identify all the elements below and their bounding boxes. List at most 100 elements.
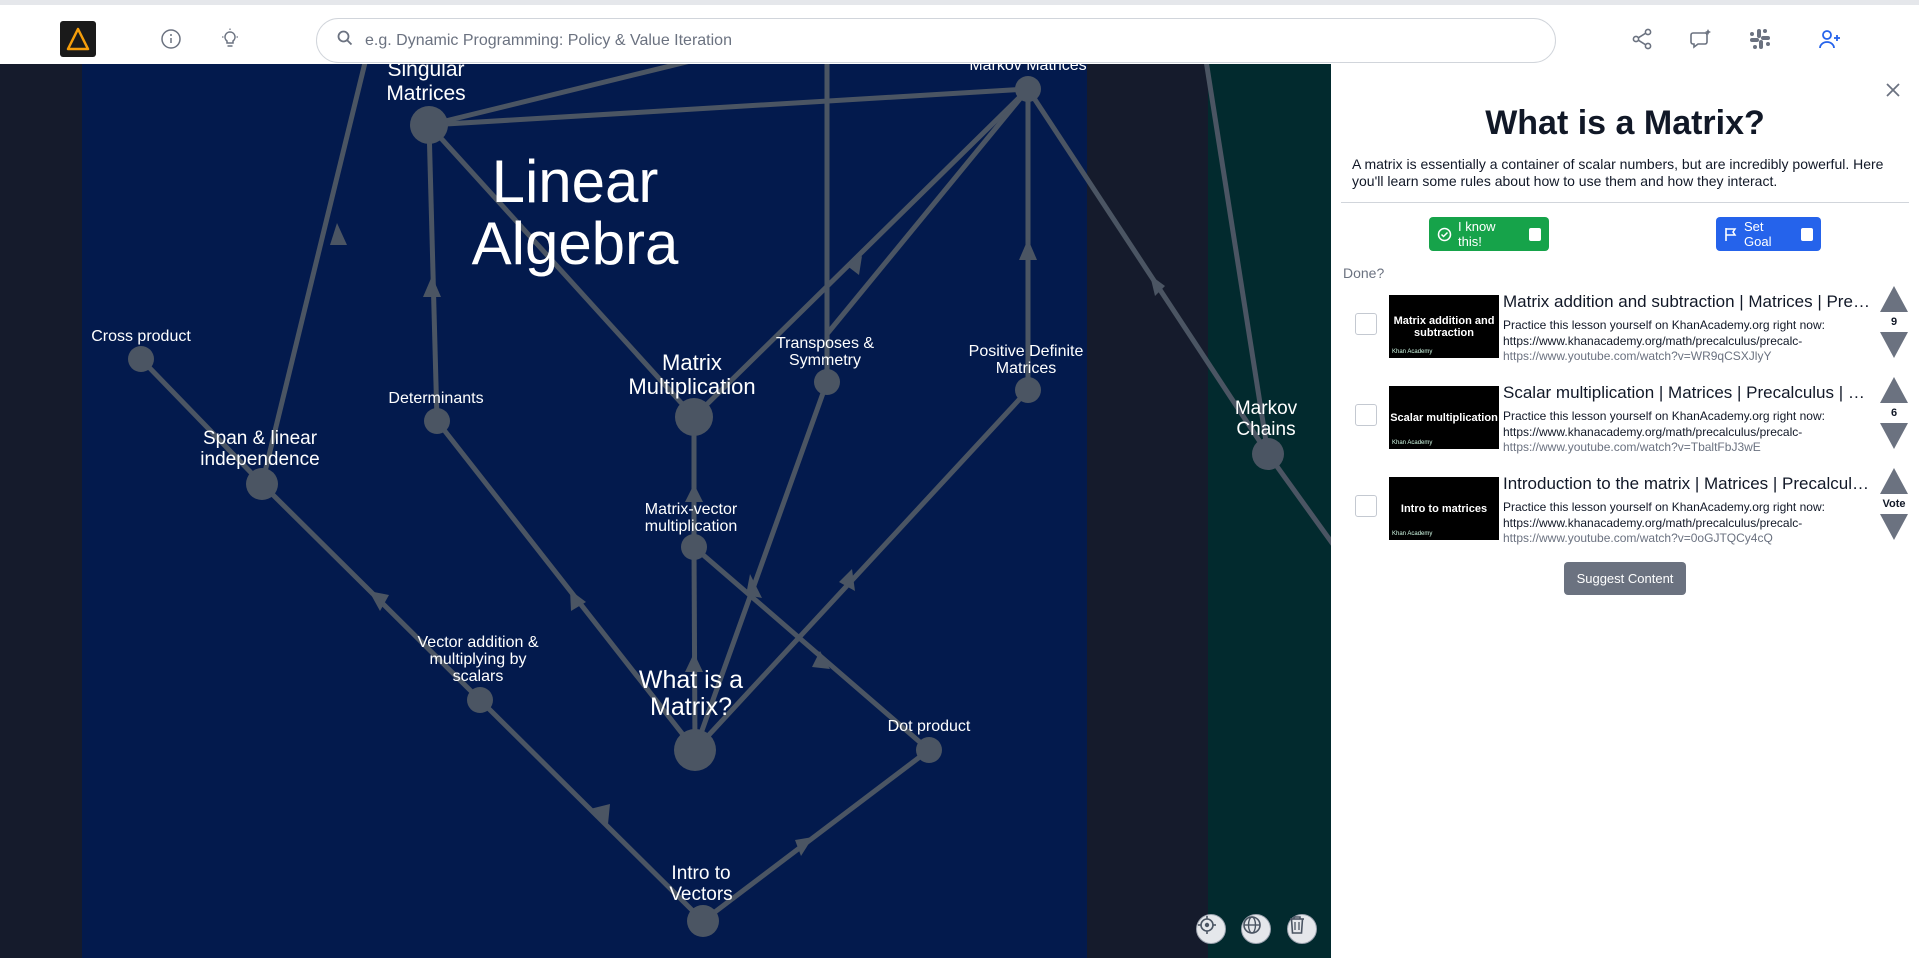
resource-done-checkbox[interactable] (1355, 404, 1377, 426)
node-label-matrix-vector-1: Matrix-vector (645, 501, 738, 518)
i-know-this-button[interactable]: I know this! (1429, 217, 1549, 251)
resource-thumbnail[interactable]: Intro to matrices Khan Academy (1389, 477, 1499, 540)
vote-count: 9 (1890, 316, 1898, 328)
resource-description: Practice this lesson yourself on KhanAca… (1503, 409, 1825, 439)
node-label-intro-vectors-2: Vectors (669, 884, 732, 905)
upvote-arrow-icon[interactable] (1880, 468, 1908, 494)
region-title-line-2: Algebra (472, 210, 679, 277)
node-label-what-is-matrix-1: What is a (639, 666, 743, 694)
done-label: Done? (1343, 265, 1385, 281)
i-know-this-checkbox[interactable] (1528, 227, 1541, 241)
node-label-what-is-matrix-2: Matrix? (650, 693, 732, 721)
downvote-arrow-icon[interactable] (1880, 423, 1908, 449)
node-label-markov-matrices: Markov Matrices (969, 64, 1086, 74)
vote-count: 6 (1890, 407, 1898, 419)
node-label-positive-definite-2: Matrices (996, 360, 1056, 377)
resource-item: Matrix addition and subtraction Khan Aca… (1331, 292, 1919, 375)
node-matrix-multiplication (675, 398, 713, 436)
node-intro-to-vectors (687, 905, 719, 937)
node-label-matrix-mult-1: Matrix (662, 350, 722, 375)
resource-title[interactable]: Scalar multiplication | Matrices | Preca… (1503, 383, 1873, 403)
node-singular-matrices (410, 106, 448, 144)
info-icon[interactable] (159, 27, 183, 51)
resource-url[interactable]: https://www.youtube.com/watch?v=TbaltFbJ… (1503, 440, 1873, 454)
vote-control: 9 (1876, 286, 1912, 358)
node-vector-addition (467, 687, 493, 713)
node-positive-definite (1015, 377, 1041, 403)
flag-icon (1724, 227, 1738, 242)
resource-item: Intro to matrices Khan Academy Introduct… (1331, 474, 1919, 557)
set-goal-button[interactable]: Set Goal (1716, 217, 1821, 251)
node-span (246, 468, 278, 500)
node-label-positive-definite-1: Positive Definite (969, 343, 1084, 360)
resource-title[interactable]: Introduction to the matrix | Matrices | … (1503, 474, 1873, 494)
downvote-arrow-icon[interactable] (1880, 514, 1908, 540)
concept-panel: What is a Matrix? A matrix is essentiall… (1331, 64, 1919, 958)
logo-delta-icon[interactable] (60, 21, 96, 57)
resource-done-checkbox[interactable] (1355, 495, 1377, 517)
node-label-intro-vectors-1: Intro to (671, 863, 730, 884)
vote-control: 6 (1876, 377, 1912, 449)
node-label-markov-chains-2: Chains (1236, 419, 1295, 440)
node-label-singular-2: Matrices (386, 82, 465, 105)
search-bar (316, 18, 1556, 63)
thumbnail-title: Matrix addition and subtraction (1393, 314, 1495, 339)
node-label-vector-addition-2: multiplying by (430, 651, 527, 668)
node-cross-product (128, 346, 154, 372)
node-label-determinants: Determinants (388, 390, 483, 407)
vote-control: Vote (1876, 468, 1912, 540)
concept-title: What is a Matrix? (1485, 104, 1765, 142)
thumbnail-brand: Khan Academy (1392, 531, 1433, 537)
node-dot-product (916, 737, 942, 763)
node-label-transposes-2: Symmetry (789, 352, 861, 369)
node-label-vector-addition-3: scalars (453, 668, 504, 685)
divider (1341, 202, 1909, 203)
node-determinants (424, 408, 450, 434)
node-markov-chains (1252, 438, 1284, 470)
locate-icon[interactable] (1196, 914, 1226, 944)
slack-icon[interactable] (1748, 27, 1772, 51)
node-label-markov-chains-1: Markov (1235, 398, 1298, 419)
resource-title[interactable]: Matrix addition and subtraction | Matric… (1503, 292, 1873, 312)
set-goal-label: Set Goal (1744, 219, 1772, 249)
downvote-arrow-icon[interactable] (1880, 332, 1908, 358)
node-label-singular-1: Singular (387, 64, 464, 81)
thumbnail-brand: Khan Academy (1392, 349, 1433, 355)
resource-url[interactable]: https://www.youtube.com/watch?v=WR9qCSXJ… (1503, 349, 1873, 363)
top-bar (0, 0, 1919, 64)
resource-thumbnail[interactable]: Scalar multiplication Khan Academy (1389, 386, 1499, 449)
resource-url[interactable]: https://www.youtube.com/watch?v=0oGJTQCy… (1503, 531, 1873, 545)
node-label-span-1: Span & linear (203, 428, 318, 449)
concept-description: A matrix is essentially a container of s… (1352, 156, 1884, 189)
trash-icon[interactable] (1287, 914, 1317, 944)
search-input[interactable] (365, 31, 1515, 50)
node-label-span-2: independence (200, 449, 319, 470)
suggest-content-button[interactable]: Suggest Content (1564, 562, 1686, 595)
globe-icon[interactable] (1241, 914, 1271, 944)
thumbnail-title: Intro to matrices (1400, 502, 1488, 515)
vote-label: Vote (1882, 498, 1906, 510)
search-icon (337, 30, 353, 51)
upvote-arrow-icon[interactable] (1880, 286, 1908, 312)
node-label-transposes-1: Transposes & (776, 335, 874, 352)
check-circle-icon (1437, 227, 1452, 242)
thumbnail-title: Scalar multiplication (1390, 411, 1498, 424)
resource-thumbnail[interactable]: Matrix addition and subtraction Khan Aca… (1389, 295, 1499, 358)
set-goal-checkbox[interactable] (1800, 227, 1813, 241)
node-label-matrix-vector-2: multiplication (645, 518, 737, 535)
lightbulb-icon[interactable] (218, 27, 242, 51)
node-matrix-vector (681, 534, 707, 560)
feedback-icon[interactable] (1689, 27, 1713, 51)
share-icon[interactable] (1630, 27, 1654, 51)
close-icon[interactable] (1883, 80, 1903, 100)
add-user-icon[interactable] (1818, 27, 1842, 51)
upvote-arrow-icon[interactable] (1880, 377, 1908, 403)
resource-done-checkbox[interactable] (1355, 313, 1377, 335)
region-title-line-1: Linear (492, 148, 659, 215)
node-label-cross-product: Cross product (91, 328, 191, 345)
i-know-this-label: I know this! (1458, 219, 1496, 249)
node-what-is-matrix (674, 729, 716, 771)
knowledge-graph[interactable]: Linear Algebra Singular Matrices Markov … (0, 64, 1331, 958)
resource-description: Practice this lesson yourself on KhanAca… (1503, 318, 1825, 348)
node-label-vector-addition-1: Vector addition & (418, 634, 539, 651)
